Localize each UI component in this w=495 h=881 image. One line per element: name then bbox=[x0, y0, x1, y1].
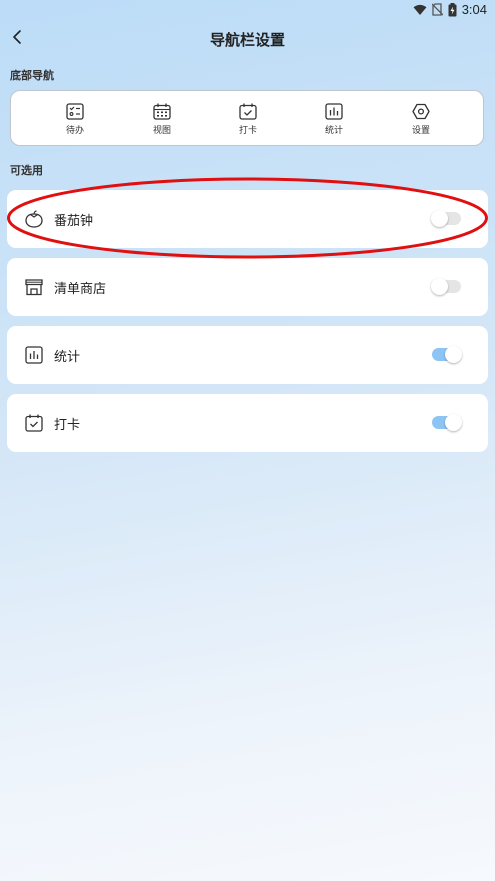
calendar-check-icon bbox=[24, 413, 44, 433]
option-card-pomodoro[interactable]: 番茄钟 bbox=[7, 190, 488, 248]
nav-item-label: 待办 bbox=[65, 126, 84, 136]
toggle-knob bbox=[431, 210, 448, 227]
bar-chart-icon bbox=[24, 345, 44, 365]
nav-item-label: 视图 bbox=[152, 126, 171, 136]
toggle-knob bbox=[445, 346, 462, 363]
wifi-icon bbox=[413, 4, 427, 16]
nav-item-settings[interactable]: 设置 bbox=[396, 103, 446, 136]
section-label-bottom-nav: 底部导航 bbox=[10, 69, 54, 82]
settings-hexagon-icon bbox=[412, 103, 430, 120]
calendar-check-icon bbox=[239, 103, 257, 120]
todo-list-icon bbox=[66, 103, 84, 120]
status-time: 3:04 bbox=[461, 2, 487, 17]
list-store-toggle[interactable] bbox=[431, 278, 461, 295]
toggle-knob bbox=[431, 278, 448, 295]
nav-item-todo[interactable]: 待办 bbox=[50, 103, 100, 136]
option-card-stats[interactable]: 统计 bbox=[7, 326, 488, 384]
option-label: 清单商店 bbox=[54, 282, 107, 297]
nav-item-label: 设置 bbox=[411, 126, 430, 136]
page-title: 导航栏设置 bbox=[209, 31, 285, 49]
pomodoro-toggle[interactable] bbox=[431, 210, 461, 227]
option-card-list-store[interactable]: 清单商店 bbox=[7, 258, 488, 316]
stats-toggle[interactable] bbox=[432, 346, 462, 363]
status-bar: 3:04 bbox=[0, 0, 495, 20]
option-label: 统计 bbox=[54, 350, 81, 365]
toggle-knob bbox=[445, 414, 462, 431]
store-icon bbox=[24, 277, 44, 297]
bottom-nav-preview: 待办 视图 打卡 统计 设置 bbox=[10, 90, 484, 146]
checkin-toggle[interactable] bbox=[432, 414, 462, 431]
nav-item-checkin[interactable]: 打卡 bbox=[223, 103, 273, 136]
option-label: 打卡 bbox=[54, 418, 81, 433]
option-label: 番茄钟 bbox=[54, 214, 94, 229]
nav-item-stats[interactable]: 统计 bbox=[309, 103, 359, 136]
nav-item-label: 打卡 bbox=[238, 126, 257, 136]
nav-item-label: 统计 bbox=[324, 126, 343, 136]
tomato-icon bbox=[24, 209, 44, 229]
bar-chart-icon bbox=[325, 103, 343, 120]
section-label-available: 可选用 bbox=[10, 164, 43, 177]
battery-charging-icon bbox=[448, 2, 457, 17]
title-bar: 导航栏设置 bbox=[0, 22, 495, 56]
calendar-grid-icon bbox=[153, 103, 171, 120]
status-icons: 3:04 bbox=[413, 2, 487, 17]
option-card-checkin[interactable]: 打卡 bbox=[7, 394, 488, 452]
nav-item-view[interactable]: 视图 bbox=[137, 103, 187, 136]
no-sim-icon bbox=[431, 3, 443, 16]
